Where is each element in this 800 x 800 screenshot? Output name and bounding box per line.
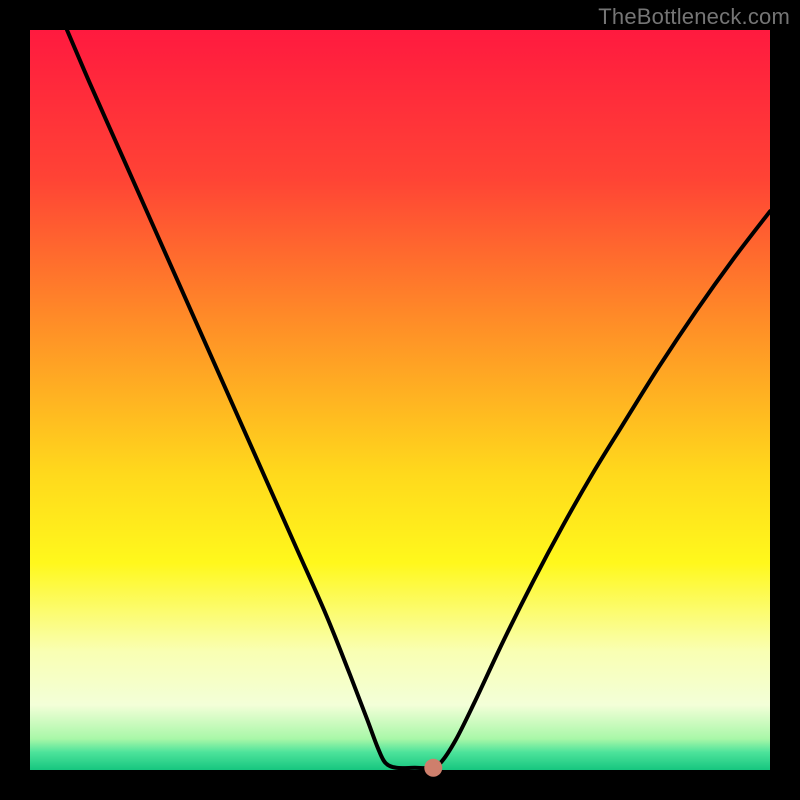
chart-svg	[0, 0, 800, 800]
minimum-marker	[424, 759, 442, 777]
chart-frame: { "watermark": "TheBottleneck.com", "cha…	[0, 0, 800, 800]
plot-background	[30, 30, 770, 770]
